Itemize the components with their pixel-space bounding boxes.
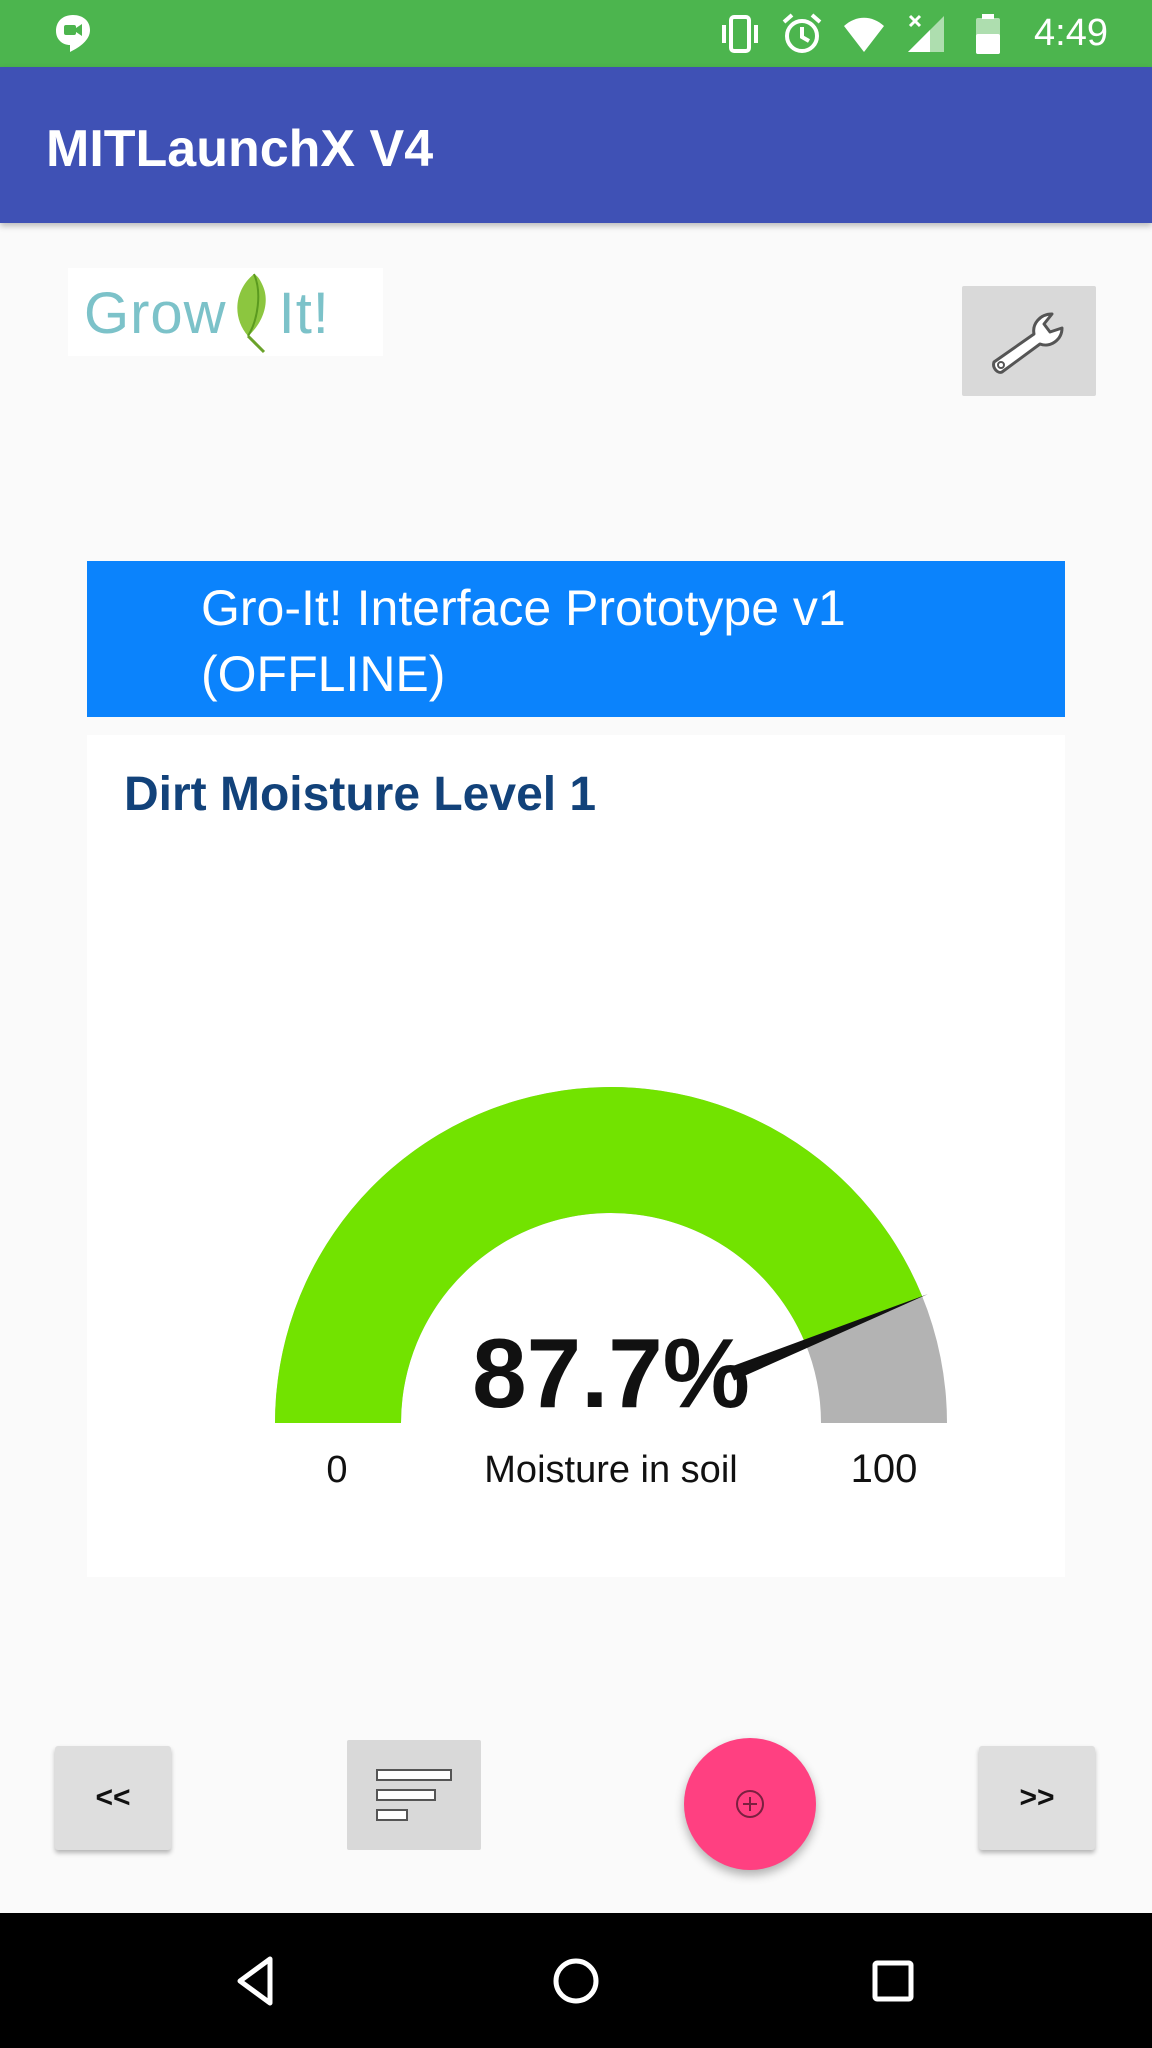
leaf-icon [237, 273, 266, 354]
battery-icon [976, 13, 1001, 54]
wrench-icon [992, 312, 1064, 374]
logo-text-left: Grow [84, 281, 227, 346]
list-icon [376, 1769, 452, 1821]
signal-icon [908, 14, 945, 52]
status-bar: 4:49 [0, 0, 1152, 67]
hangouts-icon [56, 15, 90, 52]
moisture-card: Dirt Moisture Level 1 87.7% Moisture in … [87, 735, 1065, 1577]
settings-button[interactable] [962, 286, 1096, 396]
back-icon[interactable] [226, 1951, 286, 2011]
moisture-gauge: 87.7% Moisture in soil 0 100 [275, 1087, 947, 1491]
grow-it-logo: Grow It! [68, 268, 383, 356]
banner-text: Gro-It! Interface Prototype v1 (OFFLINE) [201, 580, 846, 702]
alarm-icon [782, 12, 822, 53]
system-nav-bar [0, 1913, 1152, 2048]
app-bar: MITLaunchX V4 [0, 67, 1152, 223]
gauge-max-label: 100 [851, 1447, 918, 1491]
logo-text: Grow It! [84, 280, 330, 347]
home-icon[interactable] [546, 1951, 606, 2011]
gauge-min-label: 0 [326, 1449, 347, 1491]
add-circle-icon [736, 1790, 764, 1818]
vibrate-icon [722, 14, 759, 53]
app-title: MITLaunchX V4 [46, 120, 434, 178]
previous-button[interactable]: << [55, 1746, 171, 1850]
recents-icon[interactable] [863, 1951, 923, 2011]
prototype-banner: Gro-It! Interface Prototype v1 (OFFLINE) [87, 561, 1065, 717]
gauge-value: 87.7% [472, 1318, 750, 1428]
wifi-icon [844, 17, 885, 52]
status-time: 4:49 [1034, 12, 1108, 54]
gauge-label: Moisture in soil [484, 1449, 737, 1491]
list-button[interactable] [347, 1740, 481, 1850]
next-button[interactable]: >> [979, 1746, 1095, 1850]
add-fab-button[interactable] [684, 1738, 816, 1870]
